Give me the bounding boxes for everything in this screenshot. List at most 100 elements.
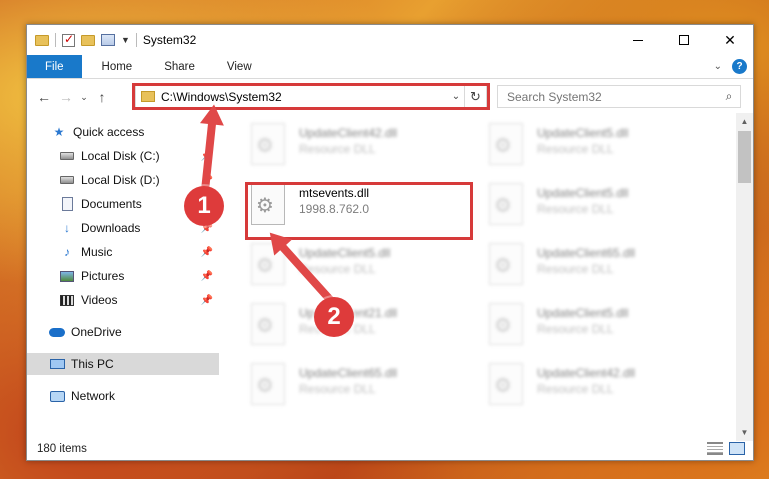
sidebar-item-pictures[interactable]: Pictures 📌 bbox=[27, 265, 219, 287]
file-name: UpdateClient65.dll bbox=[299, 366, 398, 380]
file-list: UpdateClient42.dll Resource DLL UpdateCli… bbox=[223, 113, 737, 441]
minimize-icon bbox=[633, 39, 643, 41]
file-item[interactable]: UpdateClient65.dll Resource DLL bbox=[251, 361, 475, 411]
file-item[interactable]: UpdateClient42.dll Resource DLL bbox=[251, 121, 475, 171]
quick-access-toolbar: ▼ bbox=[35, 32, 130, 47]
file-name: UpdateClient5.dll bbox=[537, 186, 629, 200]
file-type: Resource DLL bbox=[299, 382, 376, 396]
step-1-badge: 1 bbox=[184, 186, 224, 226]
tab-home[interactable]: Home bbox=[86, 55, 149, 78]
up-button[interactable]: ↑ bbox=[91, 89, 113, 105]
file-item[interactable]: UpdateClient42.dll Resource DLL bbox=[489, 361, 713, 411]
ribbon-right-controls: ⌄ ? bbox=[714, 59, 747, 74]
search-icon[interactable]: ⌕ bbox=[718, 89, 740, 104]
file-item[interactable]: UpdateClient65.dll Resource DLL bbox=[489, 241, 713, 291]
file-name: UpdateClient65.dll bbox=[537, 246, 636, 260]
dll-file-icon bbox=[489, 183, 523, 225]
cloud-icon bbox=[49, 325, 65, 339]
view-options-icon[interactable] bbox=[101, 34, 115, 46]
large-icons-view-icon[interactable] bbox=[729, 442, 745, 455]
window-controls: ✕ bbox=[615, 25, 753, 55]
vertical-scrollbar[interactable]: ▲ ▼ bbox=[736, 113, 753, 441]
sidebar-item-label: Quick access bbox=[73, 125, 145, 139]
file-name: UpdateClient5.dll bbox=[299, 246, 391, 260]
sidebar-item-network[interactable]: Network bbox=[27, 385, 219, 407]
dll-file-icon bbox=[489, 303, 523, 345]
file-type: Resource DLL bbox=[299, 142, 376, 156]
sidebar-item-label: Documents bbox=[81, 197, 142, 211]
file-name: UpdateClient5.dll bbox=[537, 306, 629, 320]
file-name: mtsevents.dll bbox=[299, 186, 370, 200]
close-button[interactable]: ✕ bbox=[707, 25, 753, 55]
tab-view[interactable]: View bbox=[211, 55, 268, 78]
sidebar-item-local-disk-c[interactable]: Local Disk (C:) 📌 bbox=[27, 145, 219, 167]
dll-file-icon bbox=[489, 363, 523, 405]
sidebar-item-label: Network bbox=[71, 389, 116, 403]
customize-toolbar-chevron-icon[interactable]: ▼ bbox=[121, 35, 130, 45]
address-bar[interactable]: C:\Windows\System32 ⌄ ↻ bbox=[135, 85, 487, 108]
refresh-button[interactable]: ↻ bbox=[464, 86, 486, 107]
music-note-icon: ♪ bbox=[64, 245, 70, 259]
sidebar-item-quick-access[interactable]: ★ Quick access bbox=[27, 121, 219, 143]
expand-ribbon-chevron-icon[interactable]: ⌄ bbox=[714, 61, 722, 72]
file-item-mtsevents[interactable]: mtsevents.dll 1998.8.762.0 bbox=[251, 181, 475, 231]
file-type: Resource DLL bbox=[537, 322, 614, 336]
tab-file[interactable]: File bbox=[27, 55, 82, 78]
properties-check-icon[interactable] bbox=[62, 32, 75, 47]
sidebar-item-label: Videos bbox=[81, 293, 118, 307]
dll-file-icon bbox=[251, 363, 285, 405]
sidebar-item-label: Downloads bbox=[81, 221, 141, 235]
scroll-thumb[interactable] bbox=[738, 131, 751, 183]
file-explorer-window: ▼ System32 ✕ File Home Share View ⌄ ? ← … bbox=[26, 24, 754, 461]
sidebar-item-local-disk-d[interactable]: Local Disk (D:) 📌 bbox=[27, 169, 219, 191]
file-type: Resource DLL bbox=[537, 262, 614, 276]
minimize-button[interactable] bbox=[615, 25, 661, 55]
search-input[interactable] bbox=[507, 89, 718, 104]
scroll-up-icon[interactable]: ▲ bbox=[736, 113, 753, 130]
maximize-button[interactable] bbox=[661, 25, 707, 55]
maximize-icon bbox=[679, 35, 689, 45]
step-2-badge: 2 bbox=[314, 297, 354, 337]
status-bar: 180 items bbox=[27, 438, 753, 460]
file-item[interactable]: UpdateClient5.dll Resource DLL bbox=[489, 181, 713, 231]
details-view-icon[interactable] bbox=[707, 442, 723, 455]
network-icon bbox=[49, 389, 65, 403]
dll-file-icon bbox=[251, 303, 285, 345]
sidebar-item-label: This PC bbox=[71, 357, 114, 371]
sidebar-item-onedrive[interactable]: OneDrive bbox=[27, 321, 219, 343]
disk-icon bbox=[59, 173, 75, 187]
search-box[interactable]: ⌕ bbox=[497, 85, 741, 108]
dll-file-icon bbox=[489, 123, 523, 165]
back-button[interactable]: ← bbox=[33, 89, 55, 105]
close-icon: ✕ bbox=[724, 31, 736, 48]
toolbar-divider bbox=[55, 33, 56, 47]
sidebar-item-label: Local Disk (D:) bbox=[81, 173, 160, 187]
sidebar-item-videos[interactable]: Videos 📌 bbox=[27, 289, 219, 311]
folder-icon bbox=[141, 91, 155, 102]
file-item[interactable]: UpdateClient5.dll Resource DLL bbox=[489, 301, 713, 351]
file-item[interactable]: UpdateClient5.dll Resource DLL bbox=[489, 121, 713, 171]
address-history-chevron-icon[interactable]: ⌄ bbox=[448, 91, 464, 102]
file-type: Resource DLL bbox=[537, 142, 614, 156]
tab-share[interactable]: Share bbox=[148, 55, 211, 78]
recent-locations-chevron-icon[interactable]: ⌄ bbox=[77, 92, 91, 103]
file-name: UpdateClient42.dll bbox=[299, 126, 398, 140]
view-switcher bbox=[707, 442, 745, 455]
file-item[interactable]: UpdateClient21.dllResource DLL bbox=[251, 301, 475, 351]
help-icon[interactable]: ? bbox=[732, 59, 747, 74]
film-icon bbox=[59, 293, 75, 307]
download-arrow-icon: ↓ bbox=[64, 221, 70, 235]
address-path[interactable]: C:\Windows\System32 bbox=[161, 90, 448, 104]
pin-icon: 📌 bbox=[200, 246, 213, 258]
folder-icon bbox=[35, 34, 49, 46]
sidebar-item-label: OneDrive bbox=[71, 325, 122, 339]
forward-button[interactable]: → bbox=[55, 89, 77, 105]
file-version: 1998.8.762.0 bbox=[299, 202, 370, 216]
sidebar-item-this-pc[interactable]: This PC bbox=[27, 353, 219, 375]
star-icon: ★ bbox=[53, 125, 65, 139]
sidebar-item-music[interactable]: ♪ Music 📌 bbox=[27, 241, 219, 263]
navigation-pane: ★ Quick access Local Disk (C:) 📌 Local D… bbox=[27, 121, 219, 439]
computer-icon bbox=[49, 357, 65, 371]
dll-file-icon bbox=[251, 123, 285, 165]
new-folder-icon[interactable] bbox=[81, 34, 95, 46]
